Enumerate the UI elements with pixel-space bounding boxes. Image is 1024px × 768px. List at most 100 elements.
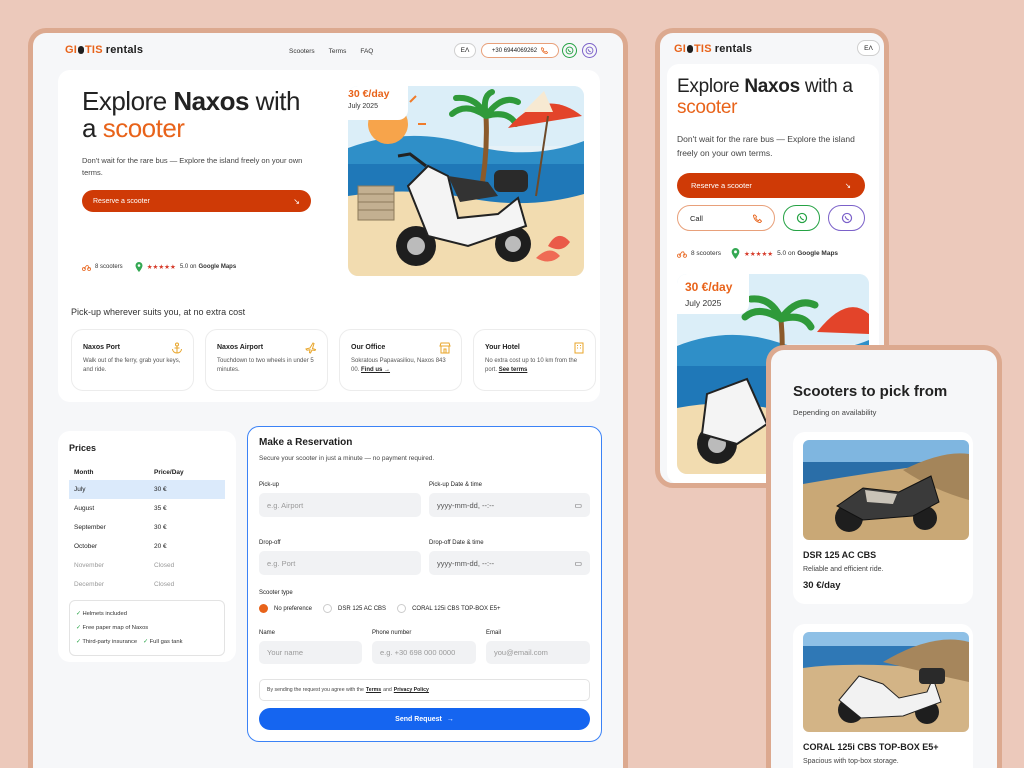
mobile-reserve-button[interactable]: Reserve a scooter ↘ (677, 173, 865, 198)
mobile-lang-switch[interactable]: EΛ (857, 40, 880, 56)
pickup-datetime-input[interactable]: yyyy-mm-dd, --:-- ▭ (429, 493, 590, 517)
logo-scooter-icon (687, 45, 694, 53)
mobile-price-badge: 30 €/day July 2025 (677, 274, 749, 314)
dropoff-datetime-label: Drop-off Date & time (429, 540, 484, 546)
scooter-desc: Reliable and efficient ride. (803, 566, 884, 573)
prices-card: Prices Month Price/Day July 30 € August 35 … (58, 431, 236, 662)
pickup-item-title: Your Hotel (485, 344, 520, 351)
name-label: Name (259, 630, 276, 636)
find-us-link[interactable]: Find us → (361, 367, 390, 373)
mobile-hero-stats: 8 scooters ★★★★★ 5.0 on Google Maps (677, 248, 838, 259)
pickup-label: Pick-up (259, 482, 280, 488)
prices-heading: Prices (69, 443, 97, 453)
desktop-frame: GI TIS rentals Scooters Terms FAQ EΛ +30… (28, 28, 628, 768)
site-header: GI TIS rentals Scooters Terms FAQ EΛ +30… (33, 33, 623, 69)
scooter-type-label: Scooter type (259, 590, 293, 596)
viber-icon (841, 212, 852, 224)
calendar-icon[interactable]: ▭ (574, 559, 582, 568)
pickup-item-text: Touchdown to two wheels in under 5 minut… (217, 358, 314, 373)
table-row: August 35 € (74, 505, 167, 512)
mobile-picker-frame: Scooters to pick from Depending on avail… (766, 345, 1002, 768)
radio-no-preference[interactable] (259, 604, 268, 613)
pickup-item-text: Sokratous Papavasiliou, Naxos 843 00. Fi… (351, 358, 446, 373)
phone-label: Phone number (372, 630, 412, 636)
pickup-datetime-label: Pick-up Date & time (429, 482, 483, 488)
mobile-viber-button[interactable] (828, 205, 865, 231)
nav-scooters[interactable]: Scooters (289, 48, 315, 55)
whatsapp-icon (565, 46, 574, 55)
see-terms-link[interactable]: See terms (499, 367, 528, 373)
pickup-item-text: Walk out of the ferry, grab your keys, a… (83, 358, 181, 373)
mobile-call-button[interactable]: Call (677, 205, 775, 231)
scooter-name: DSR 125 AC CBS (803, 550, 877, 560)
included-item: ✓ Free paper map of Naxos (76, 625, 149, 631)
scooter-icon (677, 251, 687, 258)
pickup-item-text: No extra cost up to 10 km from the port.… (485, 358, 578, 373)
reservation-form: Make a Reservation Secure your scooter i… (247, 426, 602, 742)
mobile-whatsapp-button[interactable] (783, 205, 820, 231)
dropoff-input[interactable]: e.g. Port (259, 551, 421, 575)
scooter-card[interactable]: CORAL 125i CBS TOP-BOX E5+ Spacious with… (793, 624, 973, 768)
reservation-heading: Make a Reservation (259, 437, 353, 448)
dropoff-datetime-input[interactable]: yyyy-mm-dd, --:-- ▭ (429, 551, 590, 575)
mobile-hero-title: Explore Naxos with a scooter (677, 76, 853, 118)
whatsapp-button[interactable] (562, 43, 577, 58)
lang-label: EΛ (460, 47, 470, 54)
rating-source: Google Maps (198, 264, 237, 270)
logo[interactable]: GI TIS rentals (65, 44, 143, 56)
nav-faq[interactable]: FAQ (360, 48, 373, 55)
mobile-logo[interactable]: GI TIS rentals (674, 43, 752, 55)
prices-header-row: Month Price/Day (74, 468, 184, 476)
phone-number: +30 6944069262 (491, 47, 538, 54)
building-icon (574, 342, 584, 354)
phone-input[interactable]: e.g. +30 698 000 0000 (372, 641, 476, 664)
pickup-item-title: Naxos Port (83, 344, 120, 351)
scooter-photo (803, 440, 969, 540)
table-row: July 30 € (69, 480, 225, 499)
scooter-card[interactable]: DSR 125 AC CBS Reliable and efficient ri… (793, 432, 973, 604)
phone-button[interactable]: +30 6944069262 (481, 43, 559, 58)
phone-icon (753, 213, 762, 223)
price-badge-price: 30 €/day (348, 88, 390, 100)
google-maps-icon (135, 262, 143, 272)
viber-button[interactable] (582, 43, 597, 58)
logo-text-b: TIS (85, 44, 103, 56)
pickup-input[interactable]: e.g. Airport (259, 493, 421, 517)
pickup-list: Naxos Port Walk out of the ferry, grab y… (71, 329, 596, 391)
hero-subtitle: Don't wait for the rare bus — Explore th… (82, 156, 303, 177)
privacy-link[interactable]: Privacy Policy (394, 687, 429, 693)
pickup-item: Our Office Sokratous Papavasiliou, Naxos… (339, 329, 462, 391)
dsr-scooter-photo (803, 440, 969, 540)
table-row: December Closed (74, 581, 175, 588)
send-request-button[interactable]: Send Request → (259, 708, 590, 730)
airplane-icon (305, 342, 317, 354)
scooter-price: 30 €/day (803, 580, 841, 591)
price-badge: 30 €/day July 2025 (348, 86, 408, 120)
price-badge-period: July 2025 (348, 103, 378, 110)
pickup-item-title: Our Office (351, 344, 386, 351)
reservation-sub: Secure your scooter in just a minute — n… (259, 455, 435, 462)
whatsapp-icon (796, 212, 807, 224)
rating-stars: ★★★★★ (146, 264, 176, 271)
scooter-type-radios: No preference DSR 125 AC CBS CORAL 125i … (259, 604, 501, 613)
picker-heading: Scooters to pick from (793, 383, 948, 400)
lang-switch-button[interactable]: EΛ (454, 43, 476, 58)
name-input[interactable]: Your name (259, 641, 362, 664)
nav-terms[interactable]: Terms (329, 48, 347, 55)
terms-link[interactable]: Terms (366, 687, 381, 693)
arrow-down-right-icon: ↘ (293, 196, 300, 206)
email-input[interactable]: you@email.com (486, 641, 590, 664)
logo-text-c: rentals (105, 44, 144, 56)
anchor-icon (172, 342, 182, 354)
radio-coral[interactable] (397, 604, 407, 613)
hero-card: Explore Naxos with a scooter Don't wait … (58, 70, 600, 402)
calendar-icon[interactable]: ▭ (574, 501, 582, 510)
table-row: September 30 € (74, 524, 167, 531)
reserve-button[interactable]: Reserve a scooter ↘ (82, 190, 311, 212)
included-item: ✓ Helmets included (76, 611, 127, 617)
terms-consent: By sending the request you agree with th… (259, 679, 590, 701)
logo-text-a: GI (65, 44, 78, 56)
included-item: ✓ Third-party insurance ✓ Full gas tank (76, 639, 183, 645)
pickup-item-title: Naxos Airport (217, 344, 264, 351)
radio-dsr[interactable] (323, 604, 333, 613)
